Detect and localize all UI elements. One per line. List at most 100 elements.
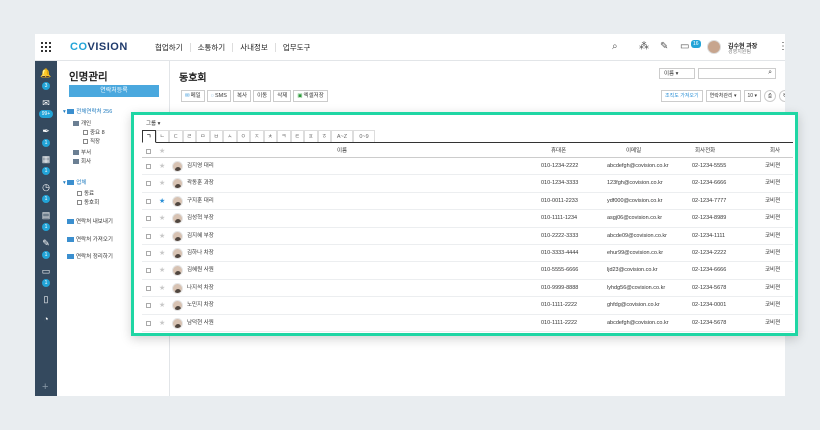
contact-email[interactable]: ljd23@covision.co.kr [607, 262, 658, 279]
table-row[interactable]: ★ 김지영 대리 010-1234-2222 abcdefgh@covision.co… [142, 158, 793, 176]
more-icon[interactable]: ⋮ [778, 41, 785, 52]
index-tab[interactable]: ㅌ [290, 130, 304, 142]
index-tab[interactable]: ㅇ [236, 130, 250, 142]
index-tab[interactable]: ㅋ [277, 130, 291, 142]
col-email[interactable]: 이메일 [626, 145, 641, 158]
mail-icon[interactable]: ✉ [40, 97, 52, 109]
excel-save-button[interactable]: ▣엑셀저장 [293, 90, 328, 102]
table-row[interactable]: ★ 남덕현 사원 010-1111-2222 abcdefgh@covision.co… [142, 315, 793, 332]
index-tab[interactable]: ㄱ [142, 130, 156, 143]
contact-email[interactable]: lyhdg56@covision.co.kr [607, 280, 665, 297]
tree-external[interactable]: ▾ 업체 [63, 178, 86, 186]
row-checkbox[interactable] [146, 198, 151, 204]
delete-button[interactable]: 삭제 [273, 90, 292, 102]
index-tab[interactable]: ㅊ [263, 130, 277, 142]
refresh-icon[interactable]: ↻ [778, 90, 785, 102]
sms-button[interactable]: ◌SMS [206, 90, 231, 102]
table-row[interactable]: ★ 곽동훈 과장 010-1234-3333 123fgh@covision.co.k… [142, 175, 793, 193]
table-row[interactable]: ★ 구지훈 대리 010-0011-2233 ydf000@covision.co.k… [142, 193, 793, 211]
document-icon[interactable]: ▤ [40, 209, 52, 221]
contact-name[interactable]: 김성혁 부장 [187, 210, 214, 227]
tree-colleagues[interactable]: 동료 [77, 189, 94, 197]
row-checkbox[interactable] [146, 285, 151, 291]
tree-club[interactable]: 동호회 [77, 198, 99, 206]
contact-name[interactable]: 노민지 차장 [187, 297, 214, 314]
search-icon[interactable]: ⌕ [612, 42, 618, 52]
org-import-button[interactable]: 조직도 가져오기 [661, 90, 703, 102]
star-icon[interactable]: ★ [159, 193, 165, 210]
table-row[interactable]: ★ 노민지 차장 010-1111-2222 ghfdg@covision.co.kr… [142, 297, 793, 315]
tree-dept[interactable]: 부서 [73, 148, 91, 156]
index-tab[interactable]: 0~9 [353, 130, 375, 142]
col-mobile[interactable]: 휴대폰 [551, 145, 566, 158]
chat-icon[interactable]: ▭ [40, 265, 52, 277]
select-all-checkbox[interactable] [146, 149, 151, 154]
clock-icon[interactable]: ◷ [40, 181, 52, 193]
add-icon[interactable]: + [42, 381, 48, 393]
contact-email[interactable]: 123fgh@covision.co.kr [607, 175, 663, 192]
index-tab[interactable]: ㅎ [317, 130, 331, 142]
contact-email[interactable]: ghfdg@covision.co.kr [607, 297, 660, 314]
contact-name[interactable]: 남덕현 사원 [187, 315, 214, 332]
row-checkbox[interactable] [146, 268, 151, 274]
row-checkbox[interactable] [146, 216, 151, 222]
contact-email[interactable]: abcdefgh@covision.co.kr [607, 315, 669, 332]
index-tab[interactable]: ㄴ [155, 130, 169, 142]
table-row[interactable]: ★ 김혜원 사원 010-5555-6666 ljd23@covision.co.kr… [142, 262, 793, 280]
pen-icon[interactable]: ✒ [40, 125, 52, 137]
new-contact-button[interactable]: 연락처등록 [69, 85, 159, 97]
app-grid-icon[interactable] [41, 42, 51, 52]
table-row[interactable]: ★ 김하나 차장 010-3333-4444 ehur99@covision.co.k… [142, 245, 793, 263]
logo[interactable]: COVISION [70, 41, 128, 53]
calendar-icon[interactable]: ▭ [680, 42, 689, 52]
col-company[interactable]: 회사 [770, 145, 780, 158]
bell-icon[interactable]: 🔔 [40, 67, 52, 79]
nav-item[interactable]: 업무도구 [283, 43, 318, 52]
group-filter[interactable]: 그룹 ▾ [146, 119, 160, 127]
table-row[interactable]: ★ 김지혜 부장 010-2222-3333 abcde09@covision.co.… [142, 228, 793, 245]
contact-name[interactable]: 나지석 차장 [187, 280, 214, 297]
tree-company[interactable]: 회사 [73, 157, 91, 165]
index-tab[interactable]: ㅂ [209, 130, 223, 142]
contact-email[interactable]: ydf000@covision.co.kr [607, 193, 662, 210]
cleanup-contacts-link[interactable]: 연락처 정리하기 [67, 252, 113, 260]
index-tab[interactable]: ㅁ [196, 130, 210, 142]
star-icon[interactable]: ★ [159, 280, 165, 297]
col-phone[interactable]: 회사전화 [695, 145, 715, 158]
speech-icon[interactable]: ◔ [40, 313, 52, 325]
star-icon[interactable]: ★ [159, 210, 165, 227]
tree-all-contacts[interactable]: ▾ 전체연락처 256 [63, 107, 112, 115]
index-tab[interactable]: ㅈ [250, 130, 264, 142]
index-tab[interactable]: ㅅ [223, 130, 237, 142]
page-size-select[interactable]: 10 ▾ [743, 90, 761, 102]
edit-icon[interactable]: ✎ [40, 237, 52, 249]
star-icon[interactable]: ★ [159, 315, 165, 332]
import-contacts-link[interactable]: 연락처 가져오기 [67, 235, 113, 243]
index-tab[interactable]: A~Z [331, 130, 353, 142]
index-tab[interactable]: ㅍ [304, 130, 318, 142]
star-icon[interactable]: ★ [159, 262, 165, 279]
mail-button[interactable]: ✉메일 [181, 90, 205, 102]
index-tab[interactable]: ㄷ [169, 130, 183, 142]
row-checkbox[interactable] [146, 181, 151, 187]
calendar-rail-icon[interactable]: ▦ [40, 153, 52, 165]
row-checkbox[interactable] [146, 320, 151, 326]
sort-select[interactable]: 이름 ▾ [659, 68, 695, 79]
row-checkbox[interactable] [146, 303, 151, 309]
contact-name[interactable]: 김지혜 부장 [187, 228, 214, 245]
star-icon[interactable]: ★ [159, 145, 165, 158]
contact-email[interactable]: abcde09@covision.co.kr [607, 228, 667, 245]
contact-name[interactable]: 구지훈 대리 [187, 193, 214, 210]
tree-important[interactable]: 중요 8 [83, 128, 105, 136]
nav-item[interactable]: 사내정보 [240, 43, 276, 52]
star-icon[interactable]: ★ [159, 228, 165, 245]
index-tab[interactable]: ㄹ [182, 130, 196, 142]
table-row[interactable]: ★ 나지석 차장 010-9999-8888 lyhdg56@covision.co.… [142, 280, 793, 298]
table-row[interactable]: ★ 김성혁 부장 010-1111-1234 asgj06@covision.co.k… [142, 210, 793, 228]
row-checkbox[interactable] [146, 250, 151, 256]
col-name[interactable]: 이름 [337, 145, 347, 158]
nav-item[interactable]: 소통하기 [198, 43, 234, 52]
contact-email[interactable]: asgj06@covision.co.kr [607, 210, 662, 227]
pencil-icon[interactable]: ✎ [660, 42, 668, 52]
row-checkbox[interactable] [146, 233, 151, 239]
